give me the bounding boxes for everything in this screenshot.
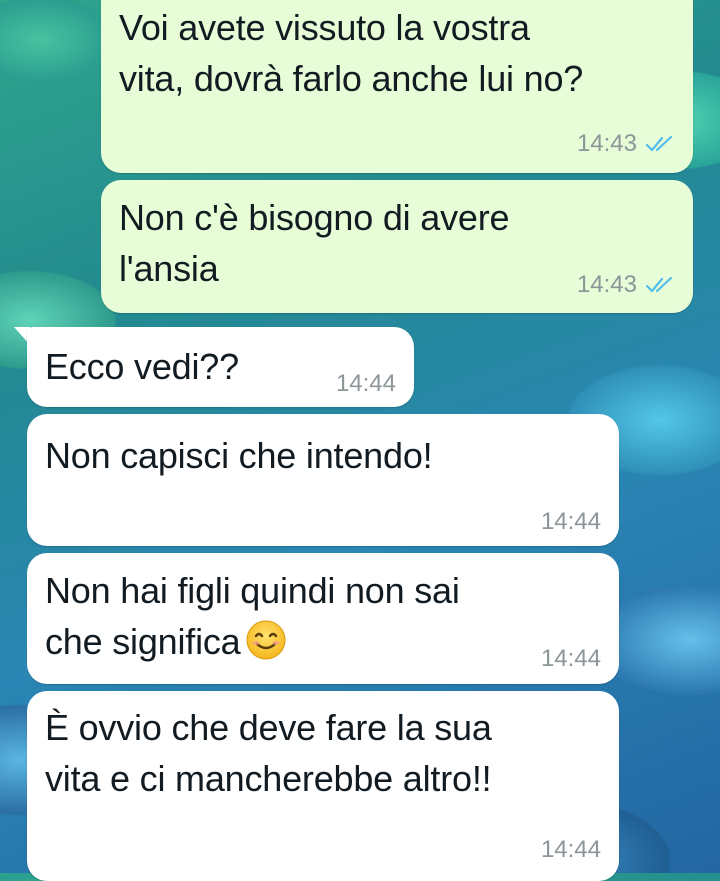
outgoing-message-bubble[interactable]: Voi avete vissuto la vostra vita, dovrà … [101,0,693,173]
message-time: 14:43 [576,130,637,157]
message-meta: 14:44 [541,836,601,864]
message-text: Voi avete vissuto la vostra vita, dovrà … [119,7,584,99]
message-time: 14:44 [335,370,396,397]
chat-conversation[interactable]: Voi avete vissuto la vostra vita, dovrà … [0,0,720,881]
message-text: Non c'è bisogno di avere l'ansia [119,197,510,289]
incoming-message-bubble[interactable]: Non hai figli quindi non sai che signifi… [27,553,619,684]
message-text: Non capisci che intendo! [45,435,433,476]
message-meta: 14:44 [541,508,601,536]
read-double-check-icon [645,135,673,152]
incoming-message-bubble[interactable]: Ecco vedi?? 14:44 [27,327,414,407]
smiling-face-emoji-icon [246,620,286,660]
message-text: Ecco vedi?? [45,346,239,387]
outgoing-message-bubble[interactable]: Non c'è bisogno di avere l'ansia 14:43 [101,180,693,313]
message-text: È ovvio che deve fare la sua vita e ci m… [45,707,492,799]
message-time: 14:43 [576,271,637,298]
message-meta: 14:43 [577,130,675,158]
read-double-check-icon [645,276,673,293]
incoming-message-bubble[interactable]: Non capisci che intendo! 14:44 [27,414,619,546]
message-meta: 14:43 [577,271,675,299]
message-meta: 14:44 [336,370,396,398]
message-time: 14:44 [540,645,601,672]
message-text: Non hai figli quindi non sai che signifi… [45,565,460,667]
message-time: 14:44 [540,508,601,535]
incoming-message-bubble[interactable]: È ovvio che deve fare la sua vita e ci m… [27,691,619,881]
message-meta: 14:44 [541,645,601,673]
message-time: 14:44 [540,836,601,863]
